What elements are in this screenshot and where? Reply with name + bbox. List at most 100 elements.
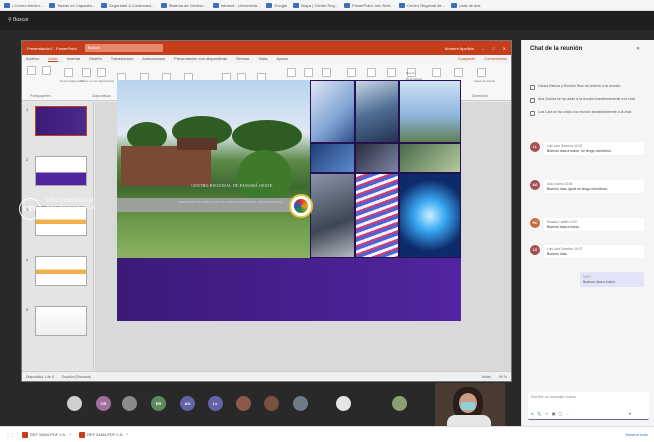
bookmark-label: Intranet - Universida... [220, 2, 261, 8]
zoom-level[interactable]: 69 % [499, 375, 507, 379]
ribbon-button-icon[interactable] [287, 68, 296, 77]
show-all-button[interactable]: Mostrar todo [626, 432, 648, 437]
chat-message[interactable]: AG Ana Guerra 10:05 Buenos días, igual no … [530, 180, 650, 194]
participant-avatar[interactable] [392, 396, 407, 411]
chat-close-icon[interactable]: ✕ [636, 46, 640, 52]
menu-tab[interactable]: Diseño [89, 56, 101, 62]
ribbon-button-icon[interactable] [387, 68, 396, 77]
participant-avatar[interactable] [122, 396, 137, 411]
participant-avatar[interactable]: CR [96, 396, 111, 411]
bookmark-item[interactable]: Seguridad & Colaboraci... [101, 2, 155, 8]
chat-composer[interactable]: Escribir un mensaje nuevo A 📎 ☺ ▣ ▢ … ➤ [528, 392, 649, 420]
bookmark-item[interactable]: Centro Regional de... [399, 2, 445, 8]
ribbon-button-icon[interactable] [82, 68, 91, 77]
ribbon-label[interactable]: Ideas de diseño [474, 79, 495, 83]
tasks-icon [49, 2, 56, 8]
ribbon-button-icon[interactable] [347, 68, 356, 77]
gif-icon[interactable]: ▣ [552, 411, 556, 416]
ribbon-button-icon[interactable] [27, 66, 36, 75]
participant-avatar[interactable] [67, 396, 82, 411]
slide-thumbnail[interactable] [35, 306, 87, 336]
bookmark-item[interactable]: Sistema de Gestion... [160, 2, 207, 8]
chat-message[interactable]: LS Luis Lara Sánchez 10:07 Buenos días. [530, 245, 650, 259]
bookmark-label: Centro Regional de... [407, 2, 445, 8]
bookmark-item[interactable]: Mapa | Centro Reg... [293, 2, 338, 8]
slide-thumbnail[interactable] [35, 106, 87, 136]
my-message-text: Buenos días a todos. [583, 279, 616, 284]
bookmark-item[interactable]: PowerPoint: Info Noti... [344, 2, 393, 8]
menu-tab[interactable]: Vista [259, 56, 268, 62]
menu-tab[interactable]: Archivo [26, 56, 39, 62]
participant-avatar[interactable]: AG [180, 396, 195, 411]
slide-thumbnail[interactable] [35, 256, 87, 286]
hands-photo [310, 143, 355, 173]
bookmark-label: Lista de lect. [458, 2, 482, 8]
comments-button[interactable]: Comentarios [484, 56, 507, 62]
chevron-up-icon[interactable]: ^ [69, 432, 71, 437]
teams-search-label[interactable]: Buscar [13, 17, 29, 23]
minimize-icon[interactable]: – [482, 46, 484, 51]
ppt-search-box[interactable]: Buscar [84, 44, 163, 52]
bookmark-item[interactable]: Google [266, 2, 287, 8]
ribbon-button-icon[interactable] [64, 68, 73, 77]
menu-tab[interactable]: Transiciones [111, 56, 134, 62]
format-icon[interactable]: A [531, 411, 534, 416]
teams-search-icon[interactable]: ⚲ [8, 17, 12, 23]
ribbon-button-icon[interactable] [97, 68, 106, 77]
bookmark-item[interactable]: • Correo electro... [4, 2, 43, 8]
notes-button[interactable]: Notas [482, 375, 491, 379]
university-name-line: UNIVERSIDAD [46, 197, 94, 204]
download-item[interactable]: REF 54M4.PDF 0.5.. ^ [79, 431, 128, 438]
bookmark-item[interactable]: Lista de lect. [450, 2, 482, 8]
participant-video[interactable] [435, 383, 505, 426]
participant-avatar[interactable] [264, 396, 279, 411]
ribbon-button-icon[interactable] [304, 68, 313, 77]
powerpoint-icon [344, 2, 351, 8]
apps-icon[interactable]: ⋮⋮ [6, 432, 14, 437]
avatar: AG [530, 180, 540, 190]
menu-tab[interactable]: Presentación con diapositivas [174, 56, 227, 62]
close-icon[interactable]: ✕ [503, 46, 506, 51]
attach-icon[interactable]: 📎 [537, 411, 542, 416]
participant-avatar[interactable]: LL [208, 396, 223, 411]
menu-tab[interactable]: Ayuda [276, 56, 287, 62]
participant-avatar[interactable] [293, 396, 308, 411]
download-item[interactable]: REF 54M4.PDF 0.5.. ^ [22, 431, 71, 438]
participant-avatar[interactable] [336, 396, 351, 411]
message-text: Buenos días, igual no tengo micrófono. [547, 186, 608, 191]
chat-message[interactable]: LL Luis Lara Sánchez 10:03 Buenos días a t… [530, 142, 650, 156]
network-photo [355, 143, 399, 173]
bookmark-item[interactable]: Tareas en Capacita... [49, 2, 95, 8]
share-button[interactable]: Compartir [458, 56, 476, 62]
slide-number: 4 [26, 257, 29, 262]
emoji-icon[interactable]: ☺ [545, 411, 549, 416]
maximize-icon[interactable]: □ [492, 46, 494, 51]
bookmark-item[interactable]: Intranet - Universida... [212, 2, 261, 8]
menu-tab[interactable]: Insertar [67, 56, 81, 62]
menu-tab[interactable]: Revisar [236, 56, 250, 62]
menu-tab[interactable]: Inicio [48, 56, 58, 62]
ribbon-button-icon[interactable] [322, 68, 331, 77]
message-bubble: Luis Lara Sánchez 10:03 Buenos días a tod… [544, 142, 644, 156]
lab-photo [310, 80, 355, 143]
my-message[interactable]: 10:07 Buenos días a todos. [580, 272, 644, 288]
chevron-up-icon[interactable]: ^ [126, 432, 128, 437]
sticker-icon[interactable]: ▢ [559, 411, 563, 416]
chat-message[interactable]: RC Rosalia Castillo 10:07 Buenos días a to… [530, 218, 650, 232]
ribbon-button-icon[interactable] [432, 68, 441, 77]
status-language[interactable]: Español (Panamá) [62, 375, 91, 379]
join-icon [530, 111, 535, 116]
participant-avatar[interactable] [236, 396, 251, 411]
send-icon[interactable]: ➤ [628, 411, 631, 416]
ribbon-button-icon[interactable] [367, 68, 376, 77]
slide-thumbnail[interactable] [35, 156, 87, 186]
ribbon-button-icon[interactable] [454, 68, 463, 77]
participant-avatar[interactable]: ER [151, 396, 166, 411]
more-options-icon[interactable]: … [565, 411, 569, 416]
ribbon-button-icon[interactable] [42, 66, 51, 75]
ribbon-button-icon[interactable] [477, 68, 486, 77]
ribbon-label[interactable]: Volver a usar diapositivas [80, 79, 114, 83]
menu-tab[interactable]: Animaciones [142, 56, 165, 62]
ribbon-label[interactable]: Buscar [406, 71, 415, 75]
message-text: Buenos días. [547, 251, 568, 256]
